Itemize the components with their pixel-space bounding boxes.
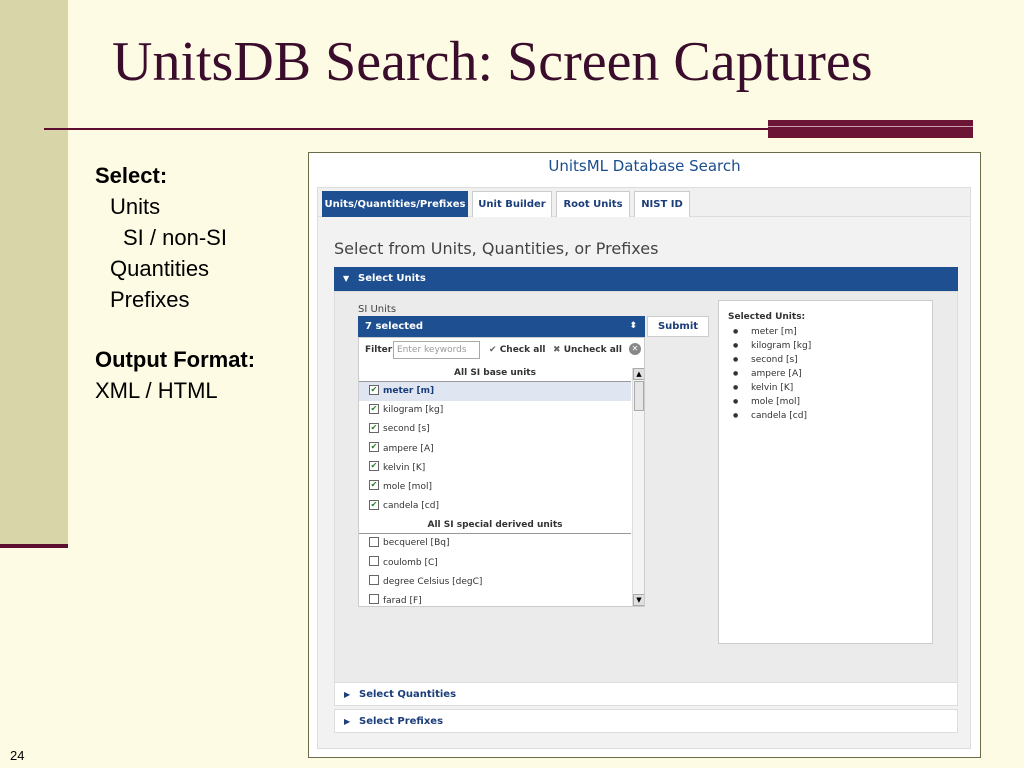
selected-unit: kelvin [K]	[733, 381, 811, 395]
checkbox-icon[interactable]	[369, 575, 379, 586]
selected-unit: second [s]	[733, 353, 811, 367]
tab-units-quantities-prefixes[interactable]: Units/Quantities/Prefixes	[322, 191, 468, 219]
output-value: XML / HTML	[95, 378, 218, 403]
list-item[interactable]: ✔ meter [m]	[359, 382, 631, 402]
caret-right-icon: ▶	[344, 717, 351, 726]
side-bar-rule	[0, 544, 68, 548]
list-item[interactable]: ✔ second [s]	[359, 420, 631, 439]
slide-number: 24	[10, 748, 25, 763]
uncheck-all-link[interactable]: ✖ Uncheck all	[553, 345, 622, 355]
list-item[interactable]: ✔ mole [mol]	[359, 478, 631, 497]
close-icon[interactable]: ✕	[629, 343, 641, 355]
caret-down-icon: ▼	[343, 274, 350, 283]
scroll-up-icon[interactable]: ▲	[633, 368, 644, 380]
accordion-select-units[interactable]: ▼ Select Units	[334, 267, 958, 291]
si-units-label: SI Units	[358, 304, 397, 315]
checkbox-checked-icon[interactable]: ✔	[369, 499, 379, 510]
item-label: mole [mol]	[383, 481, 432, 492]
list-item[interactable]: degree Celsius [degC]	[359, 573, 631, 592]
units-list: All SI base units ✔ meter [m] ✔ kilogram […	[359, 364, 631, 606]
checkbox-checked-icon[interactable]: ✔	[369, 442, 379, 453]
checkmark-icon: ✔	[489, 345, 497, 355]
item-label: candela [cd]	[383, 501, 439, 512]
item-label: ampere [A]	[383, 443, 434, 454]
check-all-link[interactable]: ✔ Check all	[489, 345, 546, 355]
list-item[interactable]: farad [F]	[359, 592, 631, 606]
title-accent-block	[768, 120, 973, 138]
screen-capture: UnitsML Database Search Units/Quantities…	[308, 152, 981, 758]
tab-root-units[interactable]: Root Units	[556, 191, 630, 219]
selected-unit: mole [mol]	[733, 395, 811, 409]
updown-arrows-icon: ⬍	[629, 321, 637, 331]
item-label: becquerel [Bq]	[383, 538, 450, 549]
slide-bullets: Select: Units SI / non-SI Quantities Pre…	[95, 160, 255, 406]
list-item[interactable]: ✔ candela [cd]	[359, 497, 631, 516]
item-label: kilogram [kg]	[383, 405, 444, 416]
item-label: degree Celsius [degC]	[383, 576, 483, 587]
check-all-label: Check all	[499, 345, 546, 355]
accordion-label: Select Prefixes	[359, 716, 444, 727]
bullet-units: Units	[110, 194, 161, 219]
item-label: kelvin [K]	[383, 462, 426, 473]
checkbox-checked-icon[interactable]: ✔	[369, 384, 379, 395]
selected-unit: kilogram [kg]	[733, 339, 811, 353]
tab-content: Select from Units, Quantities, or Prefix…	[317, 217, 971, 749]
scrollbar[interactable]: ▲ ▼	[632, 368, 644, 606]
bullet-quantities: Quantities	[110, 256, 210, 281]
list-item[interactable]: ✔ kelvin [K]	[359, 459, 631, 478]
checkbox-checked-icon[interactable]: ✔	[369, 461, 379, 472]
selected-units-list: meter [m] kilogram [kg] second [s] amper…	[733, 325, 811, 423]
selected-unit: meter [m]	[733, 325, 811, 339]
bullet-prefixes: Prefixes	[110, 287, 190, 312]
item-label: second [s]	[383, 424, 430, 435]
accordion-label: Select Units	[358, 273, 426, 284]
list-item[interactable]: ✔ ampere [A]	[359, 440, 631, 459]
item-label: coulomb [C]	[383, 557, 438, 568]
select-value: 7 selected	[365, 321, 424, 332]
item-label: farad [F]	[383, 595, 422, 606]
units-dropdown: Filter: Enter keywords ✔ Check all ✖ Unc…	[358, 337, 645, 607]
scroll-down-icon[interactable]: ▼	[633, 594, 644, 606]
caret-right-icon: ▶	[344, 690, 351, 699]
uncheck-all-label: Uncheck all	[563, 345, 622, 355]
accordion-label: Select Quantities	[359, 689, 457, 700]
units-multiselect[interactable]: 7 selected ⬍	[358, 316, 645, 337]
tab-nist-id[interactable]: NIST ID	[634, 191, 690, 219]
select-heading: Select:	[95, 163, 168, 188]
checkbox-icon[interactable]	[369, 536, 379, 547]
submit-button[interactable]: Submit	[647, 316, 709, 337]
selected-unit: ampere [A]	[733, 367, 811, 381]
filter-input[interactable]: Enter keywords	[393, 341, 480, 359]
list-item[interactable]: ✔ kilogram [kg]	[359, 401, 631, 420]
tab-bar: Units/Quantities/Prefixes Unit Builder R…	[317, 187, 971, 219]
filter-row: Filter: Enter keywords ✔ Check all ✖ Unc…	[359, 338, 644, 364]
list-item[interactable]: becquerel [Bq]	[359, 534, 631, 553]
x-icon: ✖	[553, 345, 561, 355]
checkbox-icon[interactable]	[369, 594, 379, 605]
selected-units-panel: Selected Units: meter [m] kilogram [kg] …	[718, 300, 933, 644]
accordion-select-quantities[interactable]: ▶ Select Quantities	[334, 682, 958, 706]
page-heading: Select from Units, Quantities, or Prefix…	[334, 239, 659, 258]
group-header[interactable]: All SI base units	[359, 364, 631, 382]
slide-title: UnitsDB Search: Screen Captures	[112, 31, 873, 93]
group-header[interactable]: All SI special derived units	[359, 516, 631, 535]
accordion-select-prefixes[interactable]: ▶ Select Prefixes	[334, 709, 958, 733]
scroll-thumb[interactable]	[634, 381, 644, 411]
checkbox-checked-icon[interactable]: ✔	[369, 422, 379, 433]
checkbox-icon[interactable]	[369, 556, 379, 566]
select-units-panel: SI Units 7 selected ⬍ Submit Filter: Ent…	[334, 291, 958, 683]
selected-units-title: Selected Units:	[728, 312, 806, 322]
output-heading: Output Format:	[95, 347, 256, 372]
tab-unit-builder[interactable]: Unit Builder	[472, 191, 552, 219]
list-item[interactable]: coulomb [C]	[359, 554, 631, 573]
side-bar	[0, 0, 68, 546]
filter-label: Filter:	[365, 345, 396, 355]
checkbox-checked-icon[interactable]: ✔	[369, 480, 379, 491]
item-label: meter [m]	[383, 386, 435, 396]
selected-unit: candela [cd]	[733, 409, 811, 423]
checkbox-checked-icon[interactable]: ✔	[369, 403, 379, 414]
app-title: UnitsML Database Search	[548, 157, 741, 175]
title-rule	[44, 128, 770, 130]
bullet-si: SI / non-SI	[123, 225, 227, 250]
